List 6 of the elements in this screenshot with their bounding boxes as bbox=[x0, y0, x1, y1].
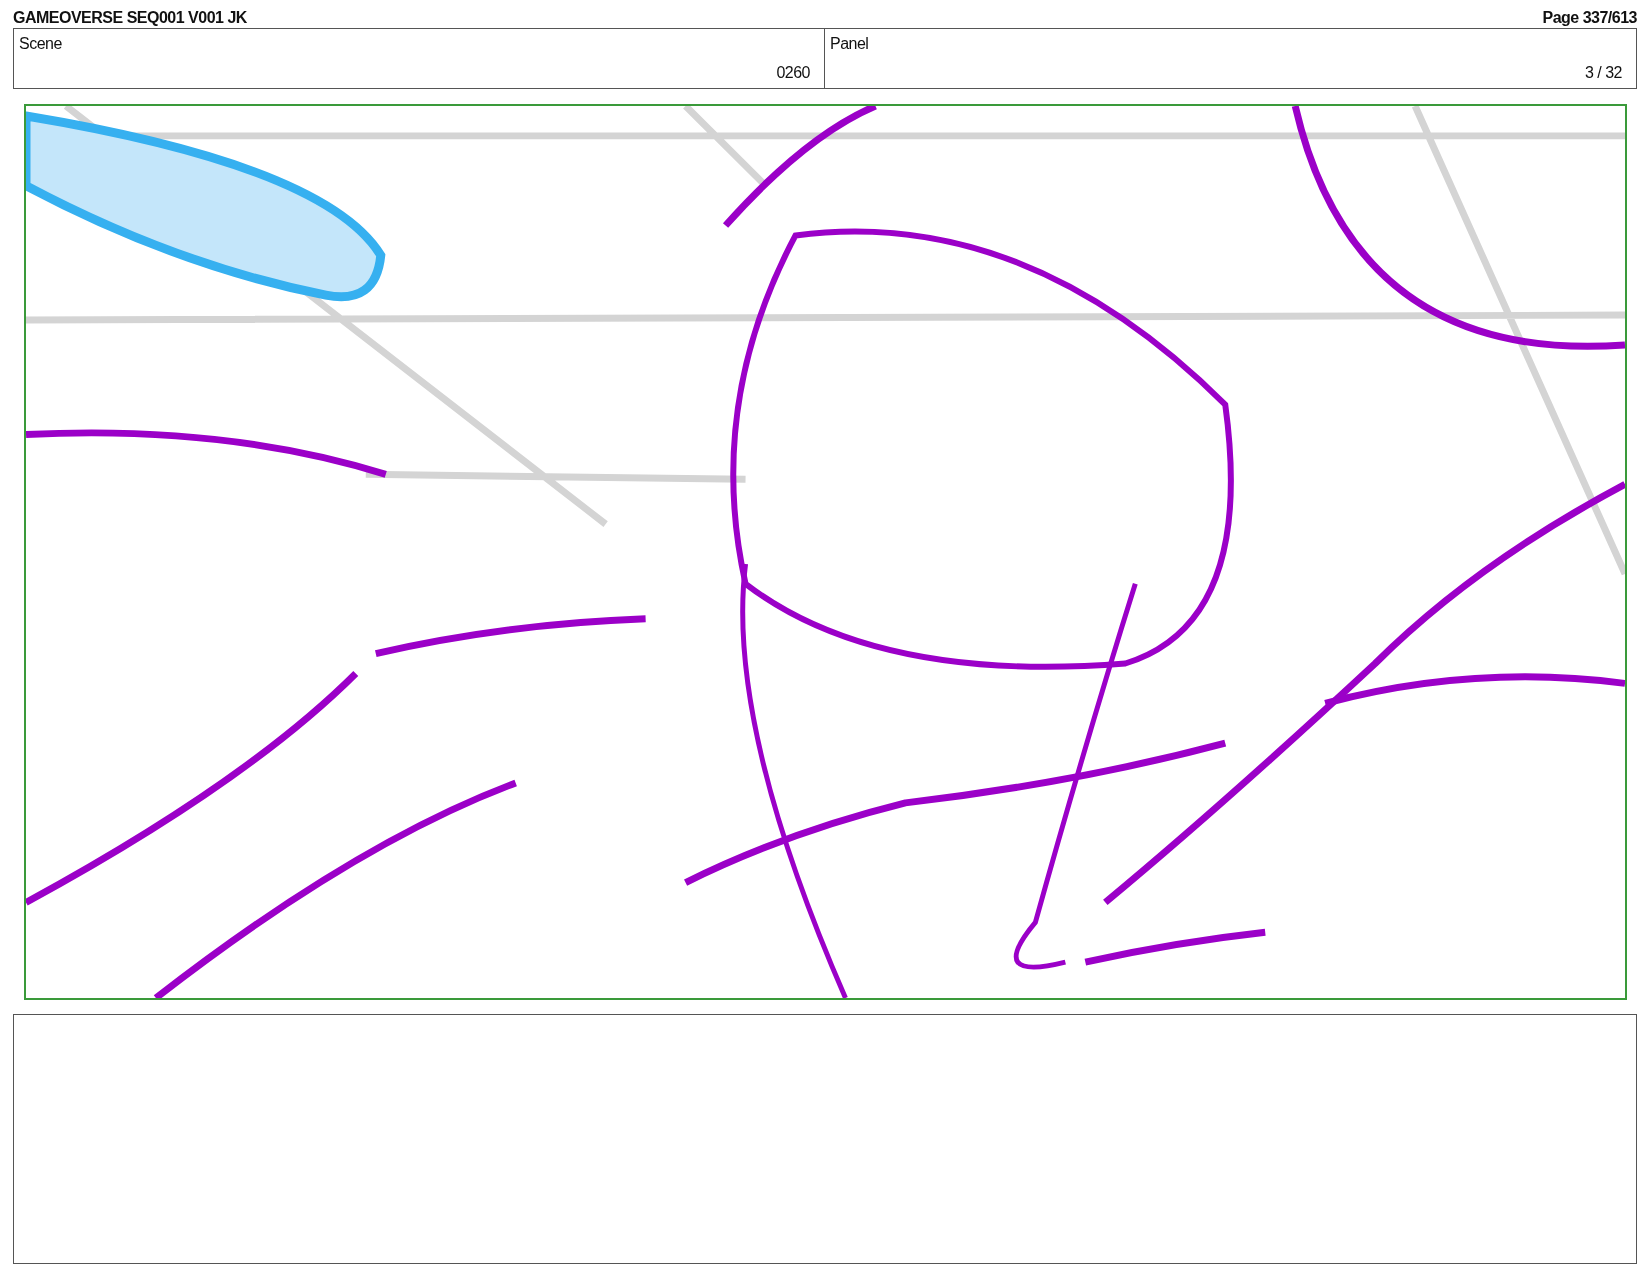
document-title: GAMEOVERSE SEQ001 V001 JK bbox=[13, 8, 247, 28]
field-label: Scene bbox=[19, 34, 62, 54]
field-value: 3 / 32 bbox=[1584, 63, 1622, 83]
field-label: Panel bbox=[830, 34, 869, 54]
field-value: 0260 bbox=[776, 63, 810, 83]
page-number: Page 337/613 bbox=[1542, 8, 1637, 28]
